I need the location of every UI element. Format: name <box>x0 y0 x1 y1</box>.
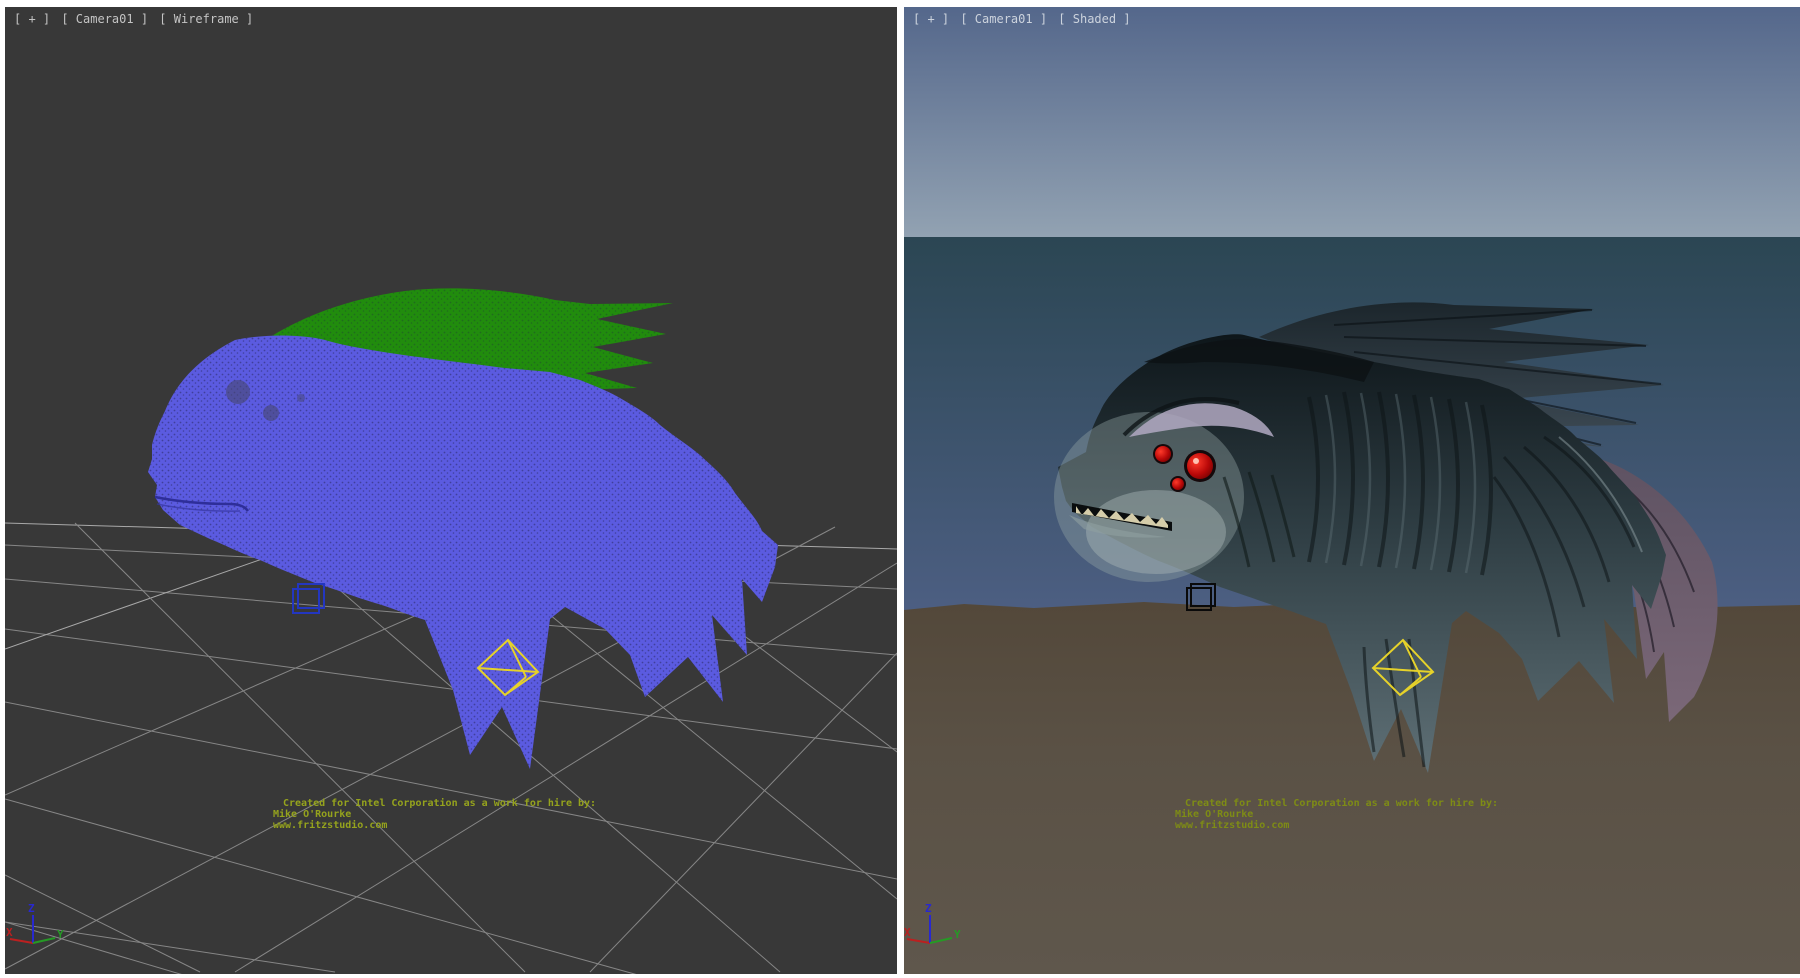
watermark-line: Mike O'Rourke <box>273 809 596 820</box>
viewport-menu-general[interactable]: [ + ] <box>913 12 949 26</box>
watermark: Created for Intel Corporation as a work … <box>1175 798 1498 831</box>
fish-model[interactable] <box>148 288 778 769</box>
viewport-wireframe[interactable]: X Z Y Created for Intel Corporation as a… <box>5 7 897 974</box>
box-helper[interactable] <box>293 584 324 613</box>
watermark-line: Created for Intel Corporation as a work … <box>273 798 596 809</box>
watermark-line: www.fritzstudio.com <box>273 820 596 831</box>
viewport-menu-shading[interactable]: [ Shaded ] <box>1058 12 1130 26</box>
watermark: Created for Intel Corporation as a work … <box>273 798 596 831</box>
eye-ring <box>297 394 305 402</box>
sky <box>904 7 1800 237</box>
viewport-menu-general[interactable]: [ + ] <box>14 12 50 26</box>
eye-ring <box>263 405 279 421</box>
axis-y-label: Y <box>57 928 64 941</box>
axis-x-label: X <box>904 926 911 939</box>
viewport-label: [ + ] [ Camera01 ] [ Shaded ] <box>913 12 1135 26</box>
axis-y-line <box>33 938 55 943</box>
eye-ring <box>226 380 250 404</box>
viewport-shaded[interactable]: X Z Y Created for Intel Corporation as a… <box>904 7 1800 974</box>
watermark-line: Mike O'Rourke <box>1175 809 1498 820</box>
watermark-line: Created for Intel Corporation as a work … <box>1175 798 1498 809</box>
axis-z-label: Z <box>28 902 35 915</box>
axis-z-label: Z <box>925 902 932 915</box>
viewport-menu-camera[interactable]: [ Camera01 ] <box>61 12 148 26</box>
viewport-label: [ + ] [ Camera01 ] [ Wireframe ] <box>14 12 257 26</box>
axis-x-label: X <box>6 926 13 939</box>
viewport-menu-shading[interactable]: [ Wireframe ] <box>159 12 253 26</box>
viewport-menu-camera[interactable]: [ Camera01 ] <box>960 12 1047 26</box>
axis-y-label: Y <box>954 928 961 941</box>
viewport-splitter[interactable] <box>897 0 904 978</box>
watermark-line: www.fritzstudio.com <box>1175 820 1498 831</box>
axis-x-line <box>10 939 33 943</box>
